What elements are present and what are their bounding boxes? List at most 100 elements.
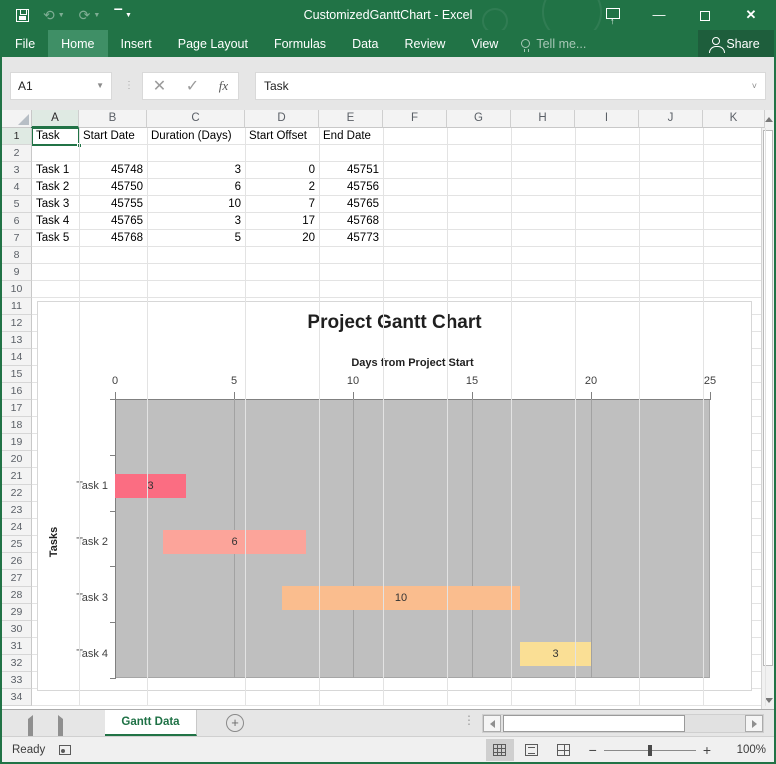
gantt-bar-task-3[interactable]: 10 [282, 586, 520, 610]
row-header-15[interactable]: 15 [2, 366, 32, 383]
sheet-nav-right-button[interactable] [58, 719, 63, 737]
column-header-F[interactable]: F [383, 110, 447, 128]
row-header-23[interactable]: 23 [2, 502, 32, 519]
column-header-J[interactable]: J [639, 110, 703, 128]
sheet-tab-gantt-data[interactable]: Gantt Data [105, 710, 197, 736]
row-header-5[interactable]: 5 [2, 196, 32, 213]
cell-C5[interactable]: 10 [151, 196, 241, 213]
tab-insert[interactable]: Insert [108, 30, 165, 57]
new-sheet-button[interactable]: + [226, 714, 244, 732]
name-box[interactable]: A1 ▼ [10, 72, 112, 100]
cell-D6[interactable]: 17 [249, 213, 315, 230]
gantt-bar-task-2[interactable]: 6 [163, 530, 306, 554]
cell-C3[interactable]: 3 [151, 162, 241, 179]
column-header-D[interactable]: D [245, 110, 319, 128]
row-header-31[interactable]: 31 [2, 638, 32, 655]
zoom-slider-thumb[interactable] [648, 745, 652, 756]
horizontal-scrollbar[interactable] [482, 714, 764, 733]
zoom-slider[interactable] [604, 750, 696, 751]
sheet-nav-left-button[interactable] [28, 719, 33, 737]
row-header-32[interactable]: 32 [2, 655, 32, 672]
cell-C4[interactable]: 6 [151, 179, 241, 196]
row-header-19[interactable]: 19 [2, 434, 32, 451]
cell-A6[interactable]: Task 4 [36, 213, 75, 230]
row-header-3[interactable]: 3 [2, 162, 32, 179]
page-break-view-button[interactable] [550, 739, 578, 761]
cancel-icon[interactable]: ✕ [153, 76, 166, 96]
row-header-21[interactable]: 21 [2, 468, 32, 485]
minimize-button[interactable]: — [636, 0, 682, 30]
column-header-B[interactable]: B [79, 110, 147, 128]
cell-A1[interactable]: Task [36, 128, 75, 145]
scroll-left-button[interactable] [483, 715, 501, 732]
cell-D3[interactable]: 0 [249, 162, 315, 179]
cell-E6[interactable]: 45768 [323, 213, 379, 230]
select-all-corner[interactable] [2, 110, 32, 128]
cell-D1[interactable]: Start Offset [249, 128, 315, 145]
undo-dropdown-icon[interactable]: ▼ [58, 12, 65, 19]
row-header-6[interactable]: 6 [2, 213, 32, 230]
column-header-K[interactable]: K [703, 110, 765, 128]
cell-A3[interactable]: Task 1 [36, 162, 75, 179]
tell-me-box[interactable]: Tell me... [511, 30, 596, 57]
tab-page-layout[interactable]: Page Layout [165, 30, 261, 57]
ribbon-display-options-button[interactable] [590, 0, 636, 30]
cell-B7[interactable]: 45768 [83, 230, 143, 247]
row-header-9[interactable]: 9 [2, 264, 32, 281]
row-header-34[interactable]: 34 [2, 689, 32, 706]
row-header-1[interactable]: 1 [2, 128, 32, 145]
cell-A5[interactable]: Task 3 [36, 196, 75, 213]
row-header-18[interactable]: 18 [2, 417, 32, 434]
tab-review[interactable]: Review [391, 30, 458, 57]
row-header-16[interactable]: 16 [2, 383, 32, 400]
insert-function-icon[interactable]: fx [219, 78, 228, 94]
normal-view-button[interactable] [486, 739, 514, 761]
cell-D4[interactable]: 2 [249, 179, 315, 196]
cell-A7[interactable]: Task 5 [36, 230, 75, 247]
undo-button[interactable]: ⟲▼ [43, 7, 65, 24]
name-box-dropdown-icon[interactable]: ▼ [96, 73, 104, 99]
tab-view[interactable]: View [458, 30, 511, 57]
gantt-bar-task-4[interactable]: 3 [520, 642, 591, 666]
row-header-14[interactable]: 14 [2, 349, 32, 366]
formula-bar-expand-icon[interactable]: ˅ [752, 73, 757, 99]
column-header-A[interactable]: A [32, 110, 79, 128]
share-button[interactable]: Share [698, 30, 774, 57]
row-header-30[interactable]: 30 [2, 621, 32, 638]
zoom-in-button[interactable]: + [696, 742, 718, 758]
row-header-12[interactable]: 12 [2, 315, 32, 332]
cell-B6[interactable]: 45765 [83, 213, 143, 230]
row-header-13[interactable]: 13 [2, 332, 32, 349]
maximize-button[interactable] [682, 0, 728, 30]
row-header-25[interactable]: 25 [2, 536, 32, 553]
cell-A4[interactable]: Task 2 [36, 179, 75, 196]
tab-bar-separator[interactable]: ⋮ [463, 713, 475, 727]
column-header-E[interactable]: E [319, 110, 383, 128]
cell-E1[interactable]: End Date [323, 128, 379, 145]
row-header-8[interactable]: 8 [2, 247, 32, 264]
cell-B4[interactable]: 45750 [83, 179, 143, 196]
row-header-27[interactable]: 27 [2, 570, 32, 587]
row-header-28[interactable]: 28 [2, 587, 32, 604]
row-header-29[interactable]: 29 [2, 604, 32, 621]
save-button[interactable] [16, 9, 29, 22]
cell-B3[interactable]: 45748 [83, 162, 143, 179]
zoom-percentage[interactable]: 100% [728, 744, 766, 756]
cell-D7[interactable]: 20 [249, 230, 315, 247]
row-header-4[interactable]: 4 [2, 179, 32, 196]
close-button[interactable]: ✕ [728, 0, 774, 30]
zoom-out-button[interactable]: − [582, 742, 604, 758]
column-header-C[interactable]: C [147, 110, 245, 128]
cell-C1[interactable]: Duration (Days) [151, 128, 241, 145]
row-header-17[interactable]: 17 [2, 400, 32, 417]
tab-home[interactable]: Home [48, 30, 107, 57]
horizontal-scrollbar-thumb[interactable] [503, 715, 685, 732]
tab-data[interactable]: Data [339, 30, 391, 57]
scroll-down-button[interactable] [762, 691, 774, 709]
row-header-24[interactable]: 24 [2, 519, 32, 536]
cell-E7[interactable]: 45773 [323, 230, 379, 247]
tab-file[interactable]: File [2, 30, 48, 57]
tab-formulas[interactable]: Formulas [261, 30, 339, 57]
gantt-bar-task-1[interactable]: 3 [115, 474, 186, 498]
row-header-20[interactable]: 20 [2, 451, 32, 468]
